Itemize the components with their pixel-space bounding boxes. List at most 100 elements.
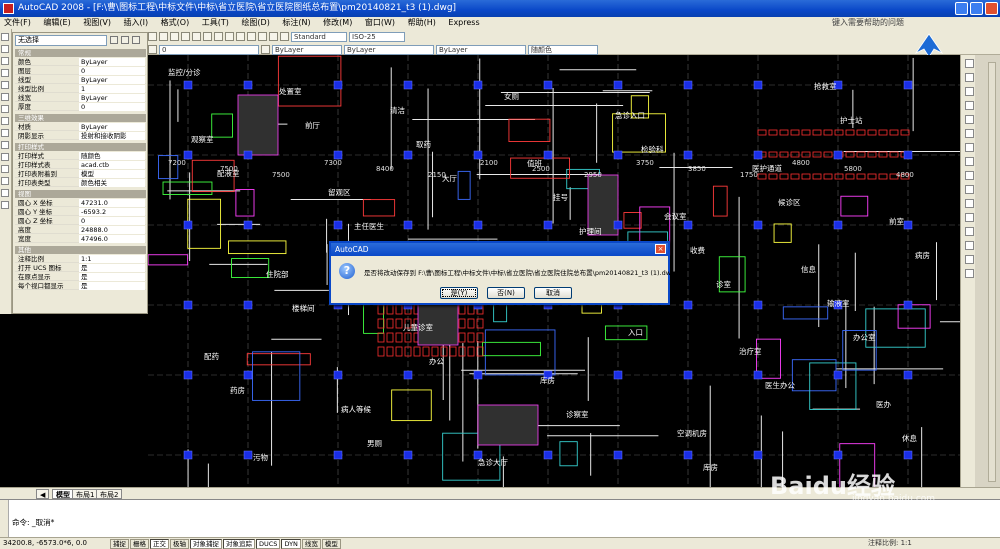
command-window[interactable]: 命令: _取消* (0, 499, 1000, 538)
help-search-hint[interactable]: 键入需要帮助的问题 (832, 17, 904, 29)
property-value[interactable]: 1:1 (79, 255, 145, 263)
property-row[interactable]: 宽度 47496.0 (15, 235, 146, 243)
property-value[interactable]: 模型 (79, 170, 145, 178)
status-mode-button[interactable]: DYN (281, 539, 301, 549)
property-row[interactable]: 打开 UCS 图标 是 (15, 264, 146, 272)
property-row[interactable]: 材质 ByLayer (15, 123, 146, 131)
property-value[interactable]: 47496.0 (79, 235, 145, 243)
menu-help[interactable]: 帮助(H) (408, 18, 436, 27)
rotate-icon[interactable] (965, 143, 974, 152)
tab-model[interactable]: 模型 (52, 489, 74, 499)
status-mode-button[interactable]: DUCS (256, 539, 281, 549)
undo-icon[interactable] (192, 32, 201, 41)
property-value[interactable]: 24888.0 (79, 226, 145, 234)
property-row[interactable]: 线宽 ByLayer (15, 94, 146, 102)
property-value[interactable]: 1 (79, 85, 145, 93)
mirror-icon[interactable] (965, 87, 974, 96)
status-mode-button[interactable]: 模型 (321, 539, 341, 549)
zoom-window-icon[interactable] (236, 32, 245, 41)
break-icon[interactable] (965, 213, 974, 222)
status-mode-button[interactable]: 正交 (150, 539, 169, 549)
toggle-pickadd-icon[interactable] (110, 36, 118, 44)
copy-icon[interactable] (965, 73, 974, 82)
spline-icon[interactable] (1, 105, 9, 113)
lineweight-combo[interactable]: ByLayer (436, 44, 526, 55)
circle-icon[interactable] (1, 93, 9, 101)
property-value[interactable]: acad.ctb (79, 161, 145, 169)
property-row[interactable]: 阴影显示 投射和接收阴影 (15, 132, 146, 140)
annotation-scale[interactable]: 注释比例: 1:1 (868, 538, 912, 549)
polygon-icon[interactable] (1, 57, 9, 65)
property-value[interactable]: 颜色相关 (79, 179, 145, 187)
pan-icon[interactable] (214, 32, 223, 41)
plotstyle-combo[interactable]: 随颜色 (528, 44, 598, 55)
dialog-close-icon[interactable]: × (655, 244, 666, 254)
array-icon[interactable] (965, 115, 974, 124)
print-icon[interactable] (181, 32, 190, 41)
property-row[interactable]: 圆心 X 坐标 47231.0 (15, 199, 146, 207)
trim-icon[interactable] (965, 185, 974, 194)
tab-layout2[interactable]: 布局2 (96, 489, 123, 499)
status-mode-button[interactable]: 栅格 (130, 539, 149, 549)
property-value[interactable]: ByLayer (79, 76, 145, 84)
erase-icon[interactable] (965, 59, 974, 68)
property-row[interactable]: 图层 0 (15, 67, 146, 75)
property-value[interactable]: 是 (79, 264, 145, 272)
linetype-combo[interactable]: ByLayer (344, 44, 434, 55)
property-value[interactable]: 是 (79, 273, 145, 281)
properties-section-header[interactable]: 视图 (15, 190, 146, 198)
yes-button[interactable]: 是(Y) (440, 287, 478, 299)
command-grip[interactable] (0, 500, 9, 538)
property-row[interactable]: 注释比例 1:1 (15, 255, 146, 263)
menu-draw[interactable]: 绘图(D) (241, 18, 269, 27)
nav-first-icon[interactable]: ◀ (36, 489, 50, 499)
line-icon[interactable] (1, 33, 9, 41)
property-value[interactable]: 0 (79, 103, 145, 111)
properties-section-header[interactable]: 打印样式 (15, 143, 146, 151)
property-row[interactable]: 每个视口都显示 是 (15, 282, 146, 290)
property-value[interactable]: -6593.2 (79, 208, 145, 216)
menu-edit[interactable]: 编辑(E) (43, 18, 70, 27)
property-row[interactable]: 高度 24888.0 (15, 226, 146, 234)
scale-icon[interactable] (965, 157, 974, 166)
textstyle-combo[interactable]: Standard (291, 31, 347, 42)
property-row[interactable]: 线型比例 1 (15, 85, 146, 93)
select-objects-icon[interactable] (121, 36, 129, 44)
status-mode-button[interactable]: 捕捉 (110, 539, 129, 549)
region-icon[interactable] (1, 177, 9, 185)
layer-manager-icon[interactable] (148, 45, 157, 54)
tool-palettes-icon[interactable] (280, 32, 289, 41)
selection-combo[interactable]: 无选择 (15, 35, 107, 46)
join-icon[interactable] (965, 227, 974, 236)
cancel-button[interactable]: 取消 (534, 287, 572, 299)
property-row[interactable]: 厚度 0 (15, 103, 146, 111)
property-row[interactable]: 打印样式 随颜色 (15, 152, 146, 160)
property-value[interactable]: ByLayer (79, 58, 145, 66)
rectangle-icon[interactable] (1, 69, 9, 77)
property-value[interactable]: 投射和接收阴影 (79, 132, 145, 140)
explode-icon[interactable] (965, 269, 974, 278)
insert-block-icon[interactable] (1, 129, 9, 137)
menu-express[interactable]: Express (448, 18, 479, 27)
move-icon[interactable] (965, 129, 974, 138)
property-value[interactable]: 是 (79, 282, 145, 290)
property-value[interactable]: ByLayer (79, 94, 145, 102)
hatch-icon[interactable] (1, 165, 9, 173)
property-row[interactable]: 圆心 Y 坐标 -6593.2 (15, 208, 146, 216)
coordinate-readout[interactable]: 34200.8, -6573.0*6, 0.0 (3, 538, 87, 549)
status-mode-button[interactable]: 极轴 (170, 539, 189, 549)
color-combo[interactable]: ByLayer (272, 44, 342, 55)
close-button[interactable] (985, 2, 998, 15)
design-center-icon[interactable] (269, 32, 278, 41)
menu-dimension[interactable]: 标注(N) (282, 18, 310, 27)
maximize-button[interactable] (970, 2, 983, 15)
open-icon[interactable] (159, 32, 168, 41)
zoom-previous-icon[interactable] (247, 32, 256, 41)
mtext-icon[interactable] (1, 201, 9, 209)
menu-view[interactable]: 视图(V) (83, 18, 111, 27)
ellipse-icon[interactable] (1, 117, 9, 125)
redo-icon[interactable] (203, 32, 212, 41)
menu-modify[interactable]: 修改(M) (323, 18, 352, 27)
annotation-scale-value[interactable]: 1:1 (901, 539, 912, 547)
property-row[interactable]: 在原点显示 是 (15, 273, 146, 281)
